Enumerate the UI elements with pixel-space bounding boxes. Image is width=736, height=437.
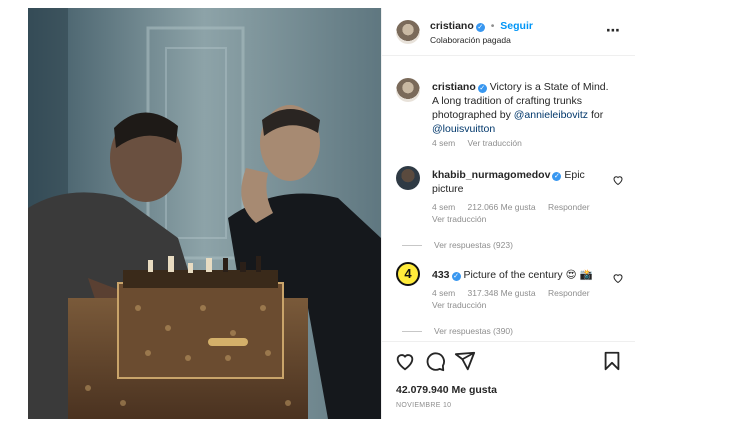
- comment-text: 433 ✓ Picture of the century 😍 📸: [432, 268, 610, 282]
- comment-meta: 4 sem 317.348 Me gusta Responder: [432, 288, 600, 298]
- separator-dot: •: [490, 20, 495, 32]
- paid-partnership-label[interactable]: Colaboración pagada: [430, 35, 511, 45]
- likes-count[interactable]: 42.079.940 Me gusta: [396, 384, 497, 396]
- verified-icon: ✓: [552, 172, 562, 181]
- chess-players-photo: [28, 8, 381, 419]
- post-actions: 42.079.940 Me gusta NOVIEMBRE 10: [382, 341, 635, 419]
- post-photo[interactable]: [28, 8, 381, 419]
- follow-button[interactable]: Seguir: [500, 20, 533, 32]
- caption-translate-link[interactable]: Ver traducción: [468, 138, 522, 148]
- author-line: cristiano ✓ • Seguir: [430, 20, 533, 32]
- comment-translate-link[interactable]: Ver traducción: [432, 214, 486, 224]
- verified-icon: ✓: [477, 84, 487, 93]
- share-icon[interactable]: [454, 350, 476, 372]
- comment-text: khabib_nurmagomedov ✓ Epic picture: [432, 168, 610, 196]
- comment-like-heart-icon[interactable]: [612, 272, 624, 284]
- comment-time[interactable]: 4 sem: [432, 202, 455, 212]
- mention-annieleibovitz[interactable]: @annieleibovitz: [514, 109, 588, 121]
- avatar-badge-text: 4: [404, 266, 412, 281]
- view-replies-label: Ver respuestas (923): [434, 240, 513, 250]
- caption-username[interactable]: cristiano: [432, 81, 476, 93]
- reply-button[interactable]: Responder: [548, 288, 590, 298]
- commenter-avatar[interactable]: [396, 166, 420, 190]
- view-replies-link[interactable]: Ver respuestas (390): [402, 326, 513, 336]
- more-options-icon[interactable]: ⋯: [606, 22, 621, 39]
- comment: 4 433 ✓ Picture of the century 😍 📸 4 sem …: [396, 256, 626, 341]
- save-icon[interactable]: [601, 350, 623, 372]
- comment-time[interactable]: 4 sem: [432, 288, 455, 298]
- comment-body: Picture of the century 😍 📸: [463, 269, 593, 281]
- view-replies-label: Ver respuestas (390): [434, 326, 513, 336]
- replies-divider: [402, 245, 422, 247]
- caption: cristiano ✓ Victory is a State of Mind. A…: [396, 68, 626, 158]
- commenter-avatar[interactable]: 4: [396, 262, 420, 286]
- author-username[interactable]: cristiano: [430, 20, 474, 32]
- caption-meta: 4 sem Ver traducción: [432, 138, 532, 148]
- mention-louisvuitton[interactable]: @louisvuitton: [432, 123, 495, 135]
- caption-body-2: for: [588, 109, 604, 121]
- commenter-username[interactable]: 433: [432, 269, 450, 281]
- post-side-panel: cristiano ✓ • Seguir Colaboración pagada …: [381, 8, 635, 419]
- comment-likes[interactable]: 317.348 Me gusta: [468, 288, 536, 298]
- view-replies-link[interactable]: Ver respuestas (923): [402, 240, 513, 250]
- comment-like-heart-icon[interactable]: [612, 174, 624, 186]
- comment-icon[interactable]: [424, 350, 446, 372]
- reply-button[interactable]: Responder: [548, 202, 590, 212]
- post-header: cristiano ✓ • Seguir Colaboración pagada …: [382, 8, 635, 56]
- comment: khabib_nurmagomedov ✓ Epic picture 4 sem …: [396, 156, 626, 250]
- verified-icon: ✓: [475, 23, 485, 32]
- author-avatar[interactable]: [396, 20, 420, 44]
- comment-likes[interactable]: 212.066 Me gusta: [468, 202, 536, 212]
- comment-meta: 4 sem 212.066 Me gusta Responder: [432, 202, 600, 212]
- commenter-username[interactable]: khabib_nurmagomedov: [432, 169, 550, 181]
- caption-time[interactable]: 4 sem: [432, 138, 455, 148]
- comment-translate-link[interactable]: Ver traducción: [432, 300, 486, 310]
- verified-icon: ✓: [451, 272, 461, 281]
- comments-section[interactable]: cristiano ✓ Victory is a State of Mind. A…: [382, 56, 635, 341]
- post-date[interactable]: NOVIEMBRE 10: [396, 402, 451, 409]
- heart-icon[interactable]: [394, 350, 416, 372]
- replies-divider: [402, 331, 422, 333]
- caption-avatar[interactable]: [396, 78, 420, 102]
- instagram-post: cristiano ✓ • Seguir Colaboración pagada …: [28, 8, 635, 419]
- caption-text: cristiano ✓ Victory is a State of Mind. A…: [432, 80, 610, 136]
